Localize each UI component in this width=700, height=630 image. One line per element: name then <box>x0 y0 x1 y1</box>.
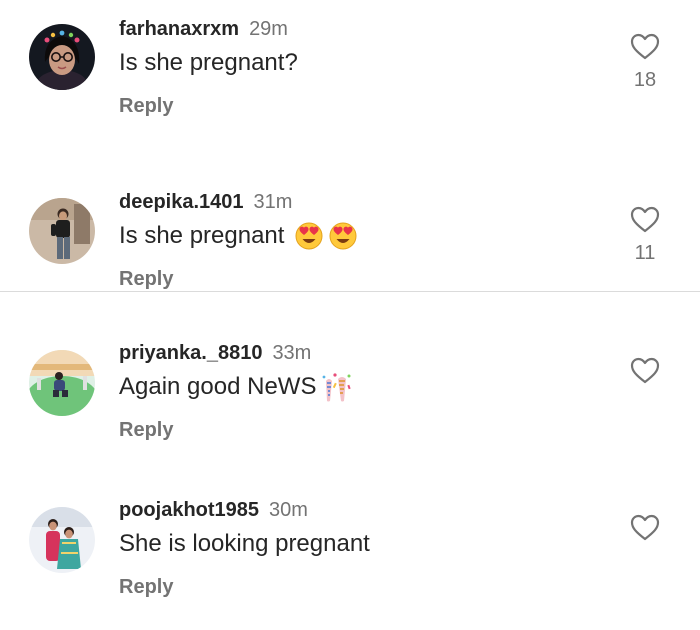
heart-eyes-emoji-icon <box>329 222 357 250</box>
like-count: 11 <box>634 242 656 264</box>
comment-list-top: farhanaxrxm 29m Is she pregnant? Reply 18 <box>0 0 700 291</box>
comment-item: farhanaxrxm 29m Is she pregnant? Reply 18 <box>0 17 700 137</box>
comment-text-body: Is she pregnant <box>119 222 285 249</box>
avatar-image <box>29 198 95 264</box>
comment-text-body: Is she pregnant? <box>119 49 298 76</box>
comment-text-body: She is looking pregnant <box>119 530 370 557</box>
comment-text: She is looking pregnant <box>119 528 370 560</box>
comment-meta: farhanaxrxm 29m <box>119 17 288 41</box>
reply-button[interactable]: Reply <box>119 575 173 599</box>
comment-text: Again good NeWS <box>119 371 352 403</box>
avatar-image <box>29 350 95 416</box>
comment-item: poojakhot1985 30m She is looking pregnant… <box>0 498 700 618</box>
reply-button[interactable]: Reply <box>119 267 173 291</box>
like-button[interactable]: 18 <box>627 33 663 92</box>
comment-time: 31m <box>253 191 293 213</box>
avatar[interactable] <box>29 24 95 90</box>
heart-outline-icon <box>630 357 660 384</box>
like-button[interactable] <box>627 514 663 549</box>
like-button[interactable] <box>627 357 663 392</box>
reply-button[interactable]: Reply <box>119 418 173 442</box>
comment-time: 29m <box>249 18 288 40</box>
comment-text: Is she pregnant <box>119 220 358 252</box>
like-count: 18 <box>633 69 657 91</box>
avatar-image <box>29 24 95 90</box>
avatar[interactable] <box>29 350 95 416</box>
comment-meta: priyanka._8810 33m <box>119 341 311 365</box>
comment-meta: poojakhot1985 30m <box>119 498 308 522</box>
like-button[interactable]: 11 <box>627 206 663 265</box>
comment-meta: deepika.1401 31m <box>119 190 292 214</box>
comment-username[interactable]: deepika.1401 <box>119 191 244 213</box>
comment-text: Is she pregnant? <box>119 47 298 79</box>
avatar[interactable] <box>29 507 95 573</box>
comment-time: 30m <box>269 499 308 521</box>
confetti-ball-emoji-icon <box>323 373 352 402</box>
comment-username[interactable]: poojakhot1985 <box>119 499 259 521</box>
comment-item: deepika.1401 31m Is she pregnant Reply 11 <box>0 190 700 291</box>
comment-list-bottom: priyanka._8810 33m Again good NeWS Reply <box>0 292 700 630</box>
heart-outline-icon <box>630 514 660 541</box>
heart-outline-icon <box>630 206 660 233</box>
comment-time: 33m <box>272 342 312 364</box>
avatar[interactable] <box>29 198 95 264</box>
heart-outline-icon <box>630 33 660 60</box>
avatar-image <box>29 507 95 573</box>
comment-text-body: Again good NeWS <box>119 373 317 400</box>
comment-username[interactable]: priyanka._8810 <box>119 342 262 364</box>
heart-eyes-emoji-icon <box>295 222 323 250</box>
comment-username[interactable]: farhanaxrxm <box>119 18 239 40</box>
reply-button[interactable]: Reply <box>119 94 173 118</box>
comment-item: priyanka._8810 33m Again good NeWS Reply <box>0 341 700 461</box>
